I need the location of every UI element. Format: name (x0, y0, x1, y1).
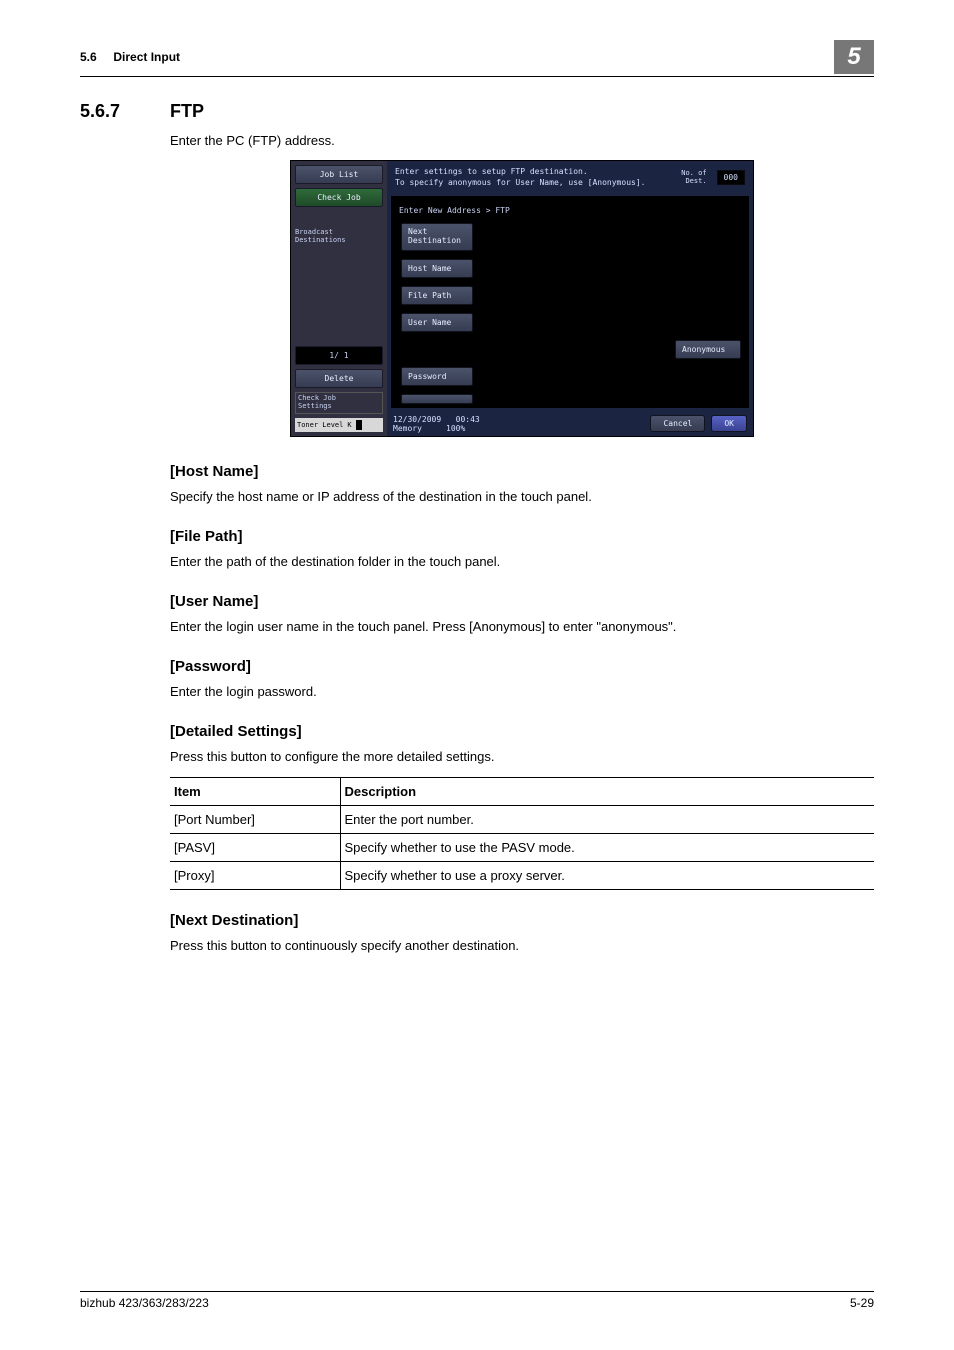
instruction-line1: Enter settings to setup FTP destination. (395, 167, 645, 177)
cell-item: [Port Number] (170, 805, 340, 833)
section-next-destination: [Next Destination] (170, 912, 874, 929)
cell-desc: Specify whether to use the PASV mode. (340, 833, 874, 861)
device-panel-figure: Job List Check Job Broadcast Destination… (170, 160, 874, 436)
table-row: [Port Number] Enter the port number. (170, 805, 874, 833)
footer-page-no: 5-29 (850, 1296, 874, 1310)
heading-ftp: 5.6.7 FTP (80, 101, 874, 122)
file-path-button[interactable]: File Path (401, 286, 473, 305)
cell-desc: Enter the port number. (340, 805, 874, 833)
user-name-text: Enter the login user name in the touch p… (170, 618, 874, 636)
page-indicator: 1/ 1 (295, 346, 383, 365)
section-detailed-settings: [Detailed Settings] (170, 723, 874, 740)
check-job-settings-button[interactable]: Check Job Settings (295, 392, 383, 413)
panel-footer: 12/30/2009 00:43 Memory 100% Cancel OK (387, 412, 753, 436)
anonymous-button[interactable]: Anonymous (675, 340, 741, 359)
touch-panel: Job List Check Job Broadcast Destination… (290, 160, 754, 436)
detailed-settings-table: Item Description [Port Number] Enter the… (170, 777, 874, 890)
chapter-badge: 5 (834, 40, 874, 74)
check-job-button[interactable]: Check Job (295, 188, 383, 207)
chapter-no: 5 (847, 43, 860, 71)
password-text: Enter the login password. (170, 683, 874, 701)
host-name-button[interactable]: Host Name (401, 259, 473, 278)
file-path-text: Enter the path of the destination folder… (170, 553, 874, 571)
delete-button[interactable]: Delete (295, 369, 383, 388)
footer-mem-val: 100% (446, 424, 465, 433)
cancel-button[interactable]: Cancel (650, 415, 705, 432)
footer-datetime: 12/30/2009 00:43 Memory 100% (393, 415, 480, 433)
intro-text: Enter the PC (FTP) address. (170, 132, 874, 150)
cell-item: [Proxy] (170, 861, 340, 889)
user-name-button[interactable]: User Name (401, 313, 473, 332)
detailed-settings-text: Press this button to configure the more … (170, 748, 874, 766)
no-of-dest-label: No. of Dest. (681, 170, 706, 185)
panel-main: Enter settings to setup FTP destination.… (387, 161, 753, 435)
toner-k-label: K (347, 421, 351, 429)
page-footer: bizhub 423/363/283/223 5-29 (80, 1291, 874, 1310)
footer-mem-label: Memory (393, 424, 422, 433)
next-destination-button[interactable]: Next Destination (401, 223, 473, 251)
heading-number: 5.6.7 (80, 101, 170, 122)
detailed-settings-button[interactable] (401, 394, 473, 404)
broadcast-label: Broadcast Destinations (295, 227, 383, 246)
breadcrumb: Enter New Address > FTP (395, 200, 745, 223)
section-user-name: [User Name] (170, 593, 874, 610)
table-row: [Proxy] Specify whether to use a proxy s… (170, 861, 874, 889)
table-row: [PASV] Specify whether to use the PASV m… (170, 833, 874, 861)
section-title: Direct Input (113, 50, 180, 64)
footer-date: 12/30/2009 (393, 415, 441, 424)
section-file-path: [File Path] (170, 528, 874, 545)
dest-label: Dest. (685, 177, 706, 185)
footer-model: bizhub 423/363/283/223 (80, 1296, 209, 1310)
dest-count: 000 (717, 170, 745, 185)
panel-sidebar: Job List Check Job Broadcast Destination… (291, 161, 387, 435)
toner-level: Toner Level K (295, 418, 383, 432)
section-password: [Password] (170, 658, 874, 675)
section-host-name: [Host Name] (170, 463, 874, 480)
section-no: 5.6 (80, 50, 97, 64)
page-header: 5.6 Direct Input 5 (80, 40, 874, 77)
header-left: 5.6 Direct Input (80, 50, 180, 64)
instruction-line2: To specify anonymous for User Name, use … (395, 178, 645, 188)
heading-title: FTP (170, 101, 204, 122)
footer-time: 00:43 (456, 415, 480, 424)
panel-instructions: Enter settings to setup FTP destination.… (387, 161, 753, 194)
table-header-item: Item (170, 777, 340, 805)
cell-desc: Specify whether to use a proxy server. (340, 861, 874, 889)
job-list-button[interactable]: Job List (295, 165, 383, 184)
toner-bar (356, 420, 362, 430)
cell-item: [PASV] (170, 833, 340, 861)
ok-button[interactable]: OK (711, 415, 747, 432)
next-destination-text: Press this button to continuously specif… (170, 937, 874, 955)
table-header-description: Description (340, 777, 874, 805)
password-button[interactable]: Password (401, 367, 473, 386)
panel-content: Enter New Address > FTP Next Destination… (391, 196, 749, 408)
host-name-text: Specify the host name or IP address of t… (170, 488, 874, 506)
toner-label: Toner Level (297, 421, 343, 429)
